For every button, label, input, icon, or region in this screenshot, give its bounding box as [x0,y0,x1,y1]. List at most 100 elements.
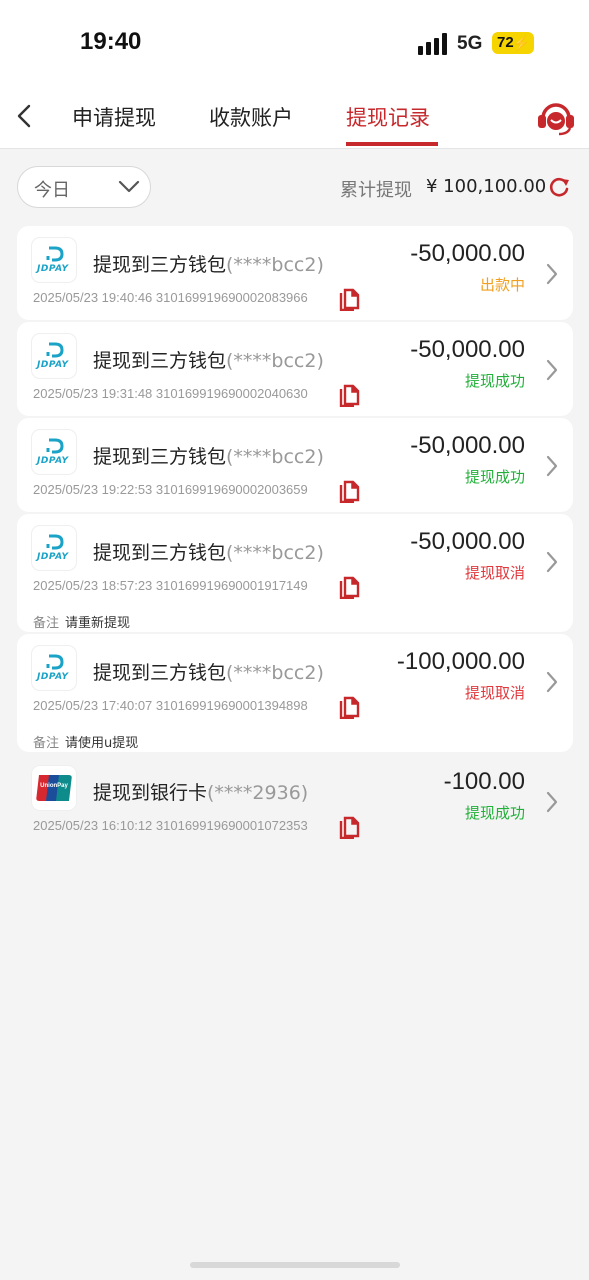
record-account-mask: (****2936) [207,782,309,804]
back-arrow-icon[interactable] [14,102,36,130]
logo-text: UnionPay [40,783,68,789]
record-card[interactable]: UnionPay 提现到银行卡(****2936) 2025/05/23 16:… [17,754,573,848]
record-meta: 2025/05/23 19:22:53 31016991969000200365… [33,482,308,497]
chevron-down-icon [118,180,140,193]
chevron-right-icon[interactable] [545,454,559,478]
active-tab-indicator [346,142,438,146]
status-time: 19:40 [80,28,142,55]
tab-receiving-account[interactable]: 收款账户 [209,102,293,132]
record-card[interactable]: JDPAY 提现到三方钱包(****bcc2) 2025/05/23 19:40… [17,226,573,320]
logo-text: JDPAY [37,360,69,370]
remark-text: 请重新提现 [65,616,131,631]
record-title: 提现到三方钱包(****bcc2) [93,442,324,469]
record-title-text: 提现到三方钱包 [93,542,227,564]
record-account-mask: (****bcc2) [226,662,324,684]
logo-text: JDPAY [37,672,69,682]
record-meta: 2025/05/23 16:10:12 31016991969000107235… [33,818,308,833]
jdpay-logo-icon: JDPAY [32,526,76,570]
record-status: 提现取消 [464,564,525,582]
record-datetime: 2025/05/23 19:40:46 [33,290,153,305]
jdpay-logo-icon: JDPAY [32,334,76,378]
remark-label: 备注 [33,616,60,631]
copy-icon[interactable] [339,575,361,599]
record-remark: 备注 请重新提现 [33,612,130,631]
record-title-text: 提现到银行卡 [93,782,208,804]
record-datetime: 2025/05/23 19:31:48 [33,386,153,401]
chevron-right-icon[interactable] [545,790,559,814]
record-meta: 2025/05/23 19:31:48 31016991969000204063… [33,386,308,401]
record-title: 提现到银行卡(****2936) [93,778,308,805]
copy-icon[interactable] [339,383,361,407]
copy-icon[interactable] [339,695,361,719]
record-amount: -50,000.00 [410,240,525,267]
customer-service-icon[interactable] [536,98,576,136]
record-card[interactable]: JDPAY 提现到三方钱包(****bcc2) 2025/05/23 18:57… [17,514,573,632]
chevron-right-icon[interactable] [545,358,559,382]
record-status: 提现成功 [464,468,525,486]
record-datetime: 2025/05/23 16:10:12 [33,818,153,833]
jdpay-logo-icon: JDPAY [32,430,76,474]
record-meta: 2025/05/23 17:40:07 31016991969000139489… [33,698,308,713]
record-amount: -50,000.00 [410,336,525,363]
record-status: 出款中 [479,276,525,294]
record-status: 提现取消 [464,684,525,702]
record-amount: -100,000.00 [396,648,525,675]
record-card[interactable]: JDPAY 提现到三方钱包(****bcc2) 2025/05/23 19:31… [17,322,573,416]
logo-text: JDPAY [37,552,69,562]
record-status: 提现成功 [464,804,525,822]
record-order-no: 3101699196900020839​66 [155,290,308,305]
top-nav: 申请提现 收款账户 提现记录 [0,86,589,149]
logo-text: JDPAY [37,264,69,274]
record-title-text: 提现到三方钱包 [93,350,227,372]
total-withdraw-value: ¥ 100,100.00 [426,176,547,197]
network-label: 5G [457,33,483,54]
home-indicator [190,1262,400,1268]
record-amount: -100.00 [443,768,525,795]
chevron-right-icon[interactable] [545,262,559,286]
jdpay-logo-icon: JDPAY [32,238,76,282]
record-order-no: 310169919690002040630 [155,386,308,401]
record-card[interactable]: JDPAY 提现到三方钱包(****bcc2) 2025/05/23 17:40… [17,634,573,752]
date-filter-value: 今日 [34,180,70,201]
copy-icon[interactable] [339,479,361,503]
record-title-text: 提现到三方钱包 [93,446,227,468]
record-title: 提现到三方钱包(****bcc2) [93,538,324,565]
record-amount: -50,000.00 [410,432,525,459]
record-account-mask: (****bcc2) [226,542,324,564]
record-account-mask: (****bcc2) [226,446,324,468]
record-order-no: 310169919690001394898 [155,698,308,713]
chevron-right-icon[interactable] [545,670,559,694]
record-title: 提现到三方钱包(****bcc2) [93,346,324,373]
battery-icon: 72 ⚡ [492,32,534,54]
record-title-text: 提现到三方钱包 [93,254,227,276]
record-datetime: 2025/05/23 17:40:07 [33,698,153,713]
record-status: 提现成功 [464,372,525,390]
record-remark: 备注 请使用u提现 [33,732,138,751]
copy-icon[interactable] [339,287,361,311]
remark-label: 备注 [33,736,60,751]
record-title-text: 提现到三方钱包 [93,662,227,684]
record-order-no: 310169919690002003659 [155,482,308,497]
logo-text: JDPAY [37,456,69,466]
charging-icon: ⚡ [512,35,530,51]
chevron-right-icon[interactable] [545,550,559,574]
record-title: 提现到三方钱包(****bcc2) [93,250,324,277]
jdpay-logo-icon: JDPAY [32,646,76,690]
date-filter-select[interactable]: 今日 [17,166,151,208]
refresh-icon[interactable] [548,176,570,198]
record-meta: 2025/05/23 18:57:23 31016991969000191714… [33,578,308,593]
copy-icon[interactable] [339,815,361,839]
record-order-no: 310169919690001917149 [155,578,308,593]
record-order-no: 310169919690001072353 [155,818,308,833]
record-title: 提现到三方钱包(****bcc2) [93,658,324,685]
record-datetime: 2025/05/23 19:22:53 [33,482,153,497]
battery-level: 72 [497,34,514,51]
unionpay-logo-icon: UnionPay [32,766,76,810]
record-account-mask: (****bcc2) [226,350,324,372]
record-meta: 2025/05/23 19:40:46 3101699196900020839​… [33,290,308,305]
remark-text: 请使用u提现 [65,736,139,751]
record-card[interactable]: JDPAY 提现到三方钱包(****bcc2) 2025/05/23 19:22… [17,418,573,512]
tab-apply-withdraw[interactable]: 申请提现 [72,102,156,132]
tab-withdraw-records[interactable]: 提现记录 [346,102,430,132]
record-datetime: 2025/05/23 18:57:23 [33,578,153,593]
